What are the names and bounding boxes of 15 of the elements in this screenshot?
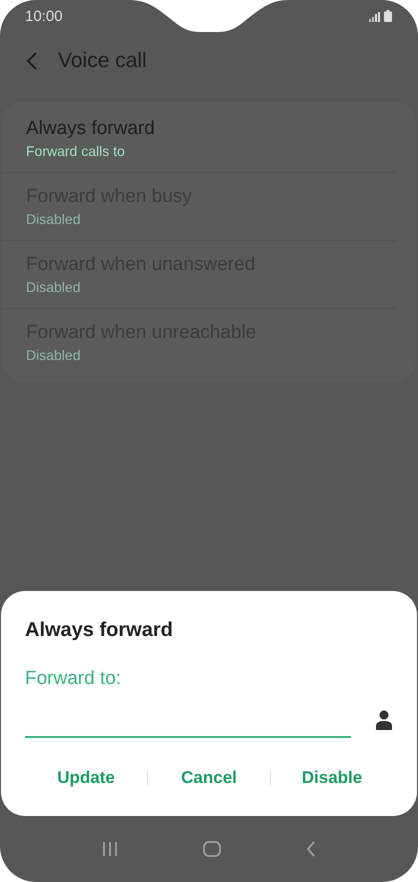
recent-apps-icon[interactable] <box>102 842 118 856</box>
settings-item[interactable]: Always forward Forward calls to <box>2 105 396 173</box>
person-icon[interactable] <box>375 710 393 730</box>
dialog-title: Always forward <box>25 619 174 642</box>
dialog-button[interactable]: Cancel <box>148 762 270 794</box>
dialog-button[interactable]: Update <box>25 762 147 794</box>
back-icon[interactable] <box>26 52 38 70</box>
page-title: Voice call <box>58 49 147 73</box>
back-icon[interactable] <box>306 841 316 857</box>
field-label: Forward to: <box>25 668 122 690</box>
battery-icon <box>384 10 392 22</box>
signal-icon <box>369 12 381 22</box>
dialog-button[interactable]: Disable <box>271 762 393 794</box>
status-time: 10:00 <box>25 8 63 24</box>
home-icon[interactable] <box>202 841 221 857</box>
